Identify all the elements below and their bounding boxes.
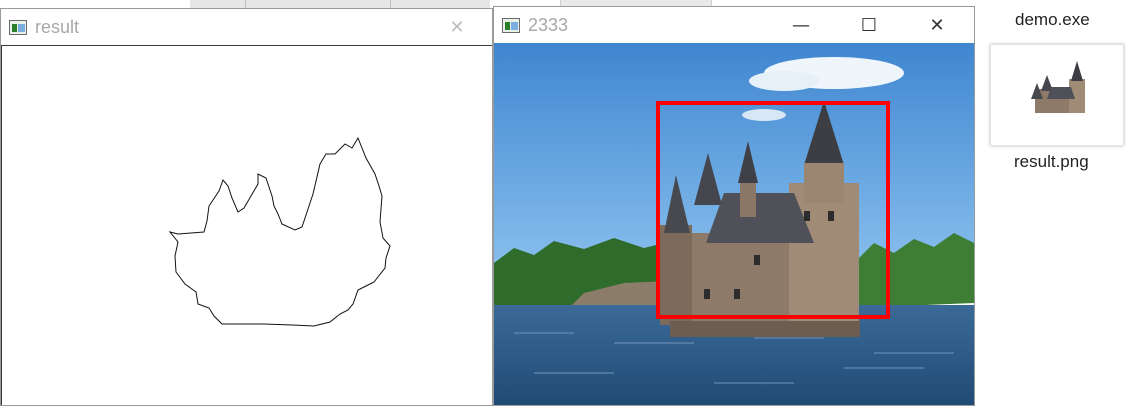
result-close-button[interactable]: ✕ [434,9,480,45]
result-png-thumbnail[interactable] [990,44,1124,146]
result-window-title: result [35,16,80,37]
castle-round-tower [789,183,859,325]
result-png-label[interactable]: result.png [1014,152,1089,172]
image-canvas [494,43,974,405]
background-tab-divider [390,0,391,8]
thumb-spire [1071,61,1083,81]
result-window: result ✕ [0,8,493,406]
castle-base [670,321,860,337]
thumb-roof [1047,87,1075,99]
opencv-window-icon [9,19,27,35]
demo-exe-label[interactable]: demo.exe [1015,10,1090,30]
castle-left-tower [660,225,692,325]
maximize-button[interactable]: ☐ [846,7,892,43]
contour-drawing [168,136,391,327]
cloud [749,71,819,91]
cloud [742,109,786,121]
castle-thumbnail-image [1031,61,1085,113]
background-tab-divider [245,0,246,8]
result-canvas [1,45,492,405]
minimize-button[interactable]: — [778,7,824,43]
image-window-title: 2333 [528,14,569,35]
castle-cupola [740,183,756,217]
image-window: 2333 — ☐ ✕ [493,6,975,406]
castle-contour-outline [168,136,391,327]
image-titlebar[interactable]: 2333 — ☐ ✕ [494,7,974,43]
castle-photo [494,43,974,405]
castle-turret [804,163,844,203]
close-button[interactable]: ✕ [914,7,960,43]
result-titlebar[interactable]: result ✕ [1,9,492,45]
opencv-window-icon [502,17,520,33]
